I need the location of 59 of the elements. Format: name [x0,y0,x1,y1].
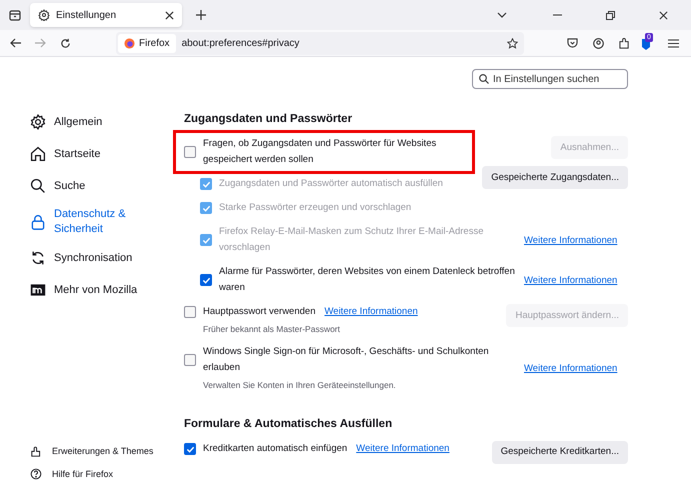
search-icon [30,178,46,194]
sync-icon [30,250,46,266]
link[interactable]: Weitere Informationen [524,273,624,288]
checkbox-label: Kreditkarten automatisch einfügen [203,442,348,456]
checkbox-label: Alarme für Passwörter, deren Websites von einem Datenleck betroffen waren [219,265,516,296]
star-icon[interactable] [507,38,518,48]
checkbox[interactable] [184,306,196,318]
search-icon [479,74,489,84]
checkbox-label: Fragen, ob Zugangsdaten und Passwörter für Websites gespeichert werden sollen [203,137,438,168]
dialog-button[interactable]: Gespeicherte Kreditkarten... [492,441,628,464]
link[interactable]: Weitere Informationen [356,442,450,456]
checkbox[interactable] [184,354,196,366]
puzzle-icon [30,446,42,458]
checkbox-label: Windows Single Sign-on für Microsoft-, Geschäfts- und Schulkonten erlauben [203,345,490,375]
gear-icon [30,114,46,130]
tab-list-icon[interactable] [9,9,21,21]
reload-icon[interactable] [60,38,71,48]
m-logo-icon [30,282,46,298]
close-icon[interactable] [165,10,174,20]
puzzle-icon[interactable] [619,38,630,48]
gear-icon [38,9,50,21]
sidebar-link[interactable]: Erweiterungen & Themes [30,445,184,458]
home-icon [30,146,46,162]
hint-text: Verwalten Sie Konten in Ihren Geräteeinstellungen. [202,379,397,392]
sidebar-item[interactable]: Mehr von Mozilla [30,279,184,301]
link[interactable]: Weitere Informationen [324,305,418,320]
sidebar-item[interactable]: Startseite [30,143,184,165]
chevron-down-icon[interactable] [497,12,507,18]
checkbox-label: Hauptpasswort verwenden [203,305,316,320]
tab-title: Einstellungen [56,8,118,22]
checkbox[interactable] [200,274,212,286]
sidebar-link[interactable]: Hilfe für Firefox [30,468,184,481]
identity-box[interactable]: Firefox [118,34,176,52]
account-icon[interactable] [593,38,604,48]
checkbox[interactable] [184,443,196,455]
section-heading: Zugangsdaten und Passwörter [184,112,354,127]
restore-icon[interactable] [606,10,615,20]
link[interactable]: Weitere Informationen [524,360,624,376]
checkbox[interactable] [184,146,196,158]
lock-icon [30,214,46,230]
sidebar-item[interactable]: Suche [30,175,184,197]
sidebar-item[interactable]: Allgemein [30,111,184,133]
checkbox-label: Starke Passwörter erzeugen und vorschlagen [219,201,412,216]
close-icon[interactable] [659,10,668,20]
search-field[interactable]: In Einstellungen suchen [472,69,628,89]
hint-text: Früher bekannt als Master-Passwort [202,323,341,336]
checkbox-label: Firefox Relay-E-Mail-Masken zum Schutz Ihrer E-Mail-Adresse vorschlagen [219,225,484,256]
new-tab-icon[interactable] [196,10,206,20]
address-bar[interactable]: Firefox about:preferences#privacy [116,32,524,54]
checkbox-label: Zugangsdaten und Passwörter automatisch ausfüllen [219,177,443,192]
sidebar-item[interactable]: Datenschutz & Sicherheit [30,207,184,237]
help-icon [30,468,42,480]
browser-tab[interactable]: Einstellungen [30,3,182,27]
menu-icon[interactable] [668,38,679,48]
url-text: about:preferences#privacy [182,36,300,50]
minimize-icon[interactable] [553,14,562,16]
back-icon[interactable] [10,38,21,48]
sidebar-item[interactable]: Synchronisation [30,247,184,269]
section-heading: Formulare & Automatisches Ausfüllen [184,416,394,432]
